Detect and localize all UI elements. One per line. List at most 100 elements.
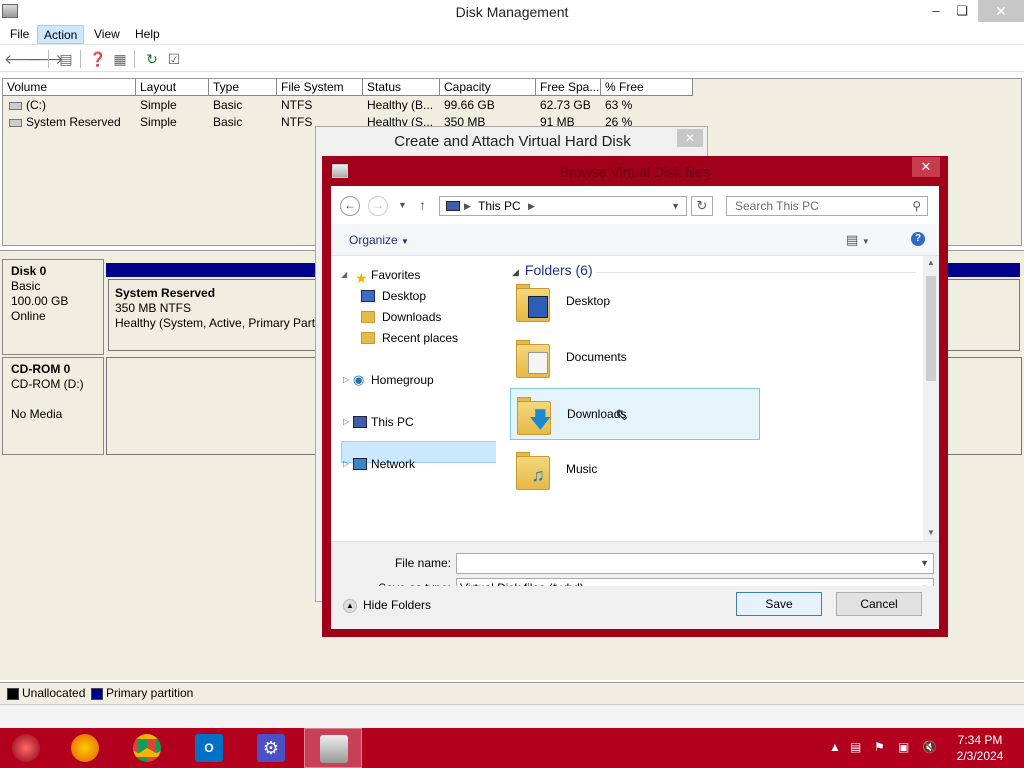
disk-management-icon (320, 735, 348, 763)
forward-arrow-icon[interactable]: 🡒 (26, 50, 64, 68)
col-layout[interactable]: Layout (136, 79, 209, 96)
up-arrow-icon[interactable]: ↑ (419, 197, 426, 213)
action-center-icon[interactable]: ▤ (850, 740, 861, 754)
nav-downloads[interactable]: Downloads (331, 306, 491, 328)
menu-file[interactable]: File (4, 25, 35, 44)
file-name-label: File name: (394, 556, 451, 570)
disk-0-label[interactable]: Disk 0 Basic 100.00 GB Online (2, 259, 104, 355)
taskbar-settings[interactable]: ⚙ (242, 728, 300, 768)
vhd-dialog-title: Create and Attach Virtual Hard Disk (394, 133, 631, 150)
folder-downloads[interactable]: 🡇 Downloads ⬁ (510, 388, 760, 440)
nav-network[interactable]: ▷ Network (331, 453, 491, 475)
help-button[interactable]: ? (911, 232, 925, 246)
menu-view[interactable]: View (88, 25, 126, 44)
restore-button[interactable]: ❏ (948, 0, 976, 22)
status-bar (0, 704, 1024, 728)
clock[interactable]: 7:34 PM 2/3/2024 (948, 732, 1012, 764)
search-icon: ⚲ (912, 199, 921, 213)
browse-close-button[interactable]: ✕ (912, 157, 940, 177)
cell-free-space: 62.73 GB (540, 98, 591, 112)
chevron-down-icon[interactable]: ▼ (920, 554, 929, 573)
taskbar-firefox[interactable] (56, 728, 114, 768)
checklist-icon[interactable]: ☑ (165, 50, 183, 68)
disk-name: Disk 0 (11, 264, 47, 278)
taskbar-outlook[interactable]: O (180, 728, 238, 768)
forward-button[interactable]: → (368, 196, 388, 216)
col-percent-free[interactable]: % Free (601, 79, 693, 96)
expand-icon[interactable]: ▷ (343, 411, 349, 433)
desktop-folder-icon (516, 282, 552, 322)
browse-vhd-dialog: Browse Virtual Disk files ✕ ← → ▼ ↑ ▶ Th… (322, 156, 948, 637)
col-type[interactable]: Type (209, 79, 277, 96)
folder-name: Documents (566, 350, 627, 364)
chevron-up-icon: ▲ (343, 598, 357, 613)
hide-folders-button[interactable]: ▲ Hide Folders (343, 598, 431, 613)
start-button[interactable] (0, 728, 58, 768)
taskbar: O ⚙ ▲ ▤ ⚑ ▣ 🔇 7:34 PM 2/3/2024 (0, 728, 1024, 768)
cell-percent-free: 63 % (605, 98, 633, 112)
search-input[interactable]: Search This PC ⚲ (726, 196, 928, 216)
cell-volume: (C:) (5, 97, 135, 114)
refresh-button[interactable]: ↻ (691, 196, 713, 216)
collapse-icon[interactable]: ◢ (341, 264, 347, 286)
menu-help[interactable]: Help (129, 25, 166, 44)
recent-dropdown-icon[interactable]: ▼ (398, 200, 407, 210)
downloads-folder-icon (361, 311, 375, 323)
menu-action[interactable]: Action (37, 25, 85, 44)
nav-recent-places[interactable]: Recent places (331, 327, 491, 349)
col-file-system[interactable]: File System (277, 79, 363, 96)
save-button[interactable]: Save (736, 592, 822, 616)
folder-music[interactable]: ♫ Music (510, 444, 760, 496)
nav-desktop[interactable]: Desktop (331, 285, 491, 307)
nav-this-pc[interactable]: ▷ This PC (331, 411, 491, 433)
show-hidden-icons[interactable]: ▲ (829, 740, 841, 754)
vhd-dialog-close-button[interactable]: ✕ (677, 129, 703, 147)
nav-homegroup[interactable]: ▷ ◉ Homegroup (331, 369, 491, 391)
vertical-scrollbar[interactable]: ▲ ▼ (923, 256, 939, 541)
close-button[interactable]: ✕ (978, 0, 1024, 22)
col-volume[interactable]: Volume (3, 79, 136, 96)
expand-icon[interactable]: ▷ (343, 369, 349, 391)
minimize-button[interactable]: – (922, 0, 950, 22)
volume-muted-icon[interactable]: 🔇 (922, 740, 937, 754)
file-name-input[interactable]: ▼ (456, 553, 934, 574)
rescan-icon[interactable]: ↻ (143, 50, 161, 68)
downloads-folder-icon: 🡇 (517, 395, 553, 435)
col-capacity[interactable]: Capacity (440, 79, 536, 96)
taskbar-chrome[interactable] (118, 728, 176, 768)
taskbar-disk-management[interactable] (304, 728, 362, 768)
dialog-footer: ▲ Hide Folders Save Cancel (331, 586, 939, 629)
address-dropdown-icon[interactable]: ▼ (671, 197, 680, 215)
back-button[interactable]: ← (340, 196, 360, 216)
breadcrumb-this-pc[interactable]: This PC (478, 197, 521, 215)
toolbar-separator (48, 50, 49, 68)
organize-button[interactable]: Organize ▼ (349, 233, 409, 247)
cdrom-name: CD-ROM 0 (11, 362, 71, 376)
properties-icon[interactable]: ▤ (57, 50, 75, 68)
cancel-button[interactable]: Cancel (836, 592, 922, 616)
address-row: ← → ▼ ↑ ▶ This PC ▶ ▼ ↻ Search This PC ⚲ (331, 186, 939, 224)
cdrom-0-label[interactable]: CD-ROM 0 CD-ROM (D:) No Media (2, 357, 104, 455)
view-options-icon[interactable]: ▤ ▼ (846, 232, 870, 248)
col-free-space[interactable]: Free Spa... (536, 79, 601, 96)
drive-icon (9, 118, 22, 127)
scroll-down-icon[interactable]: ▼ (923, 528, 939, 537)
back-arrow-icon[interactable]: 🡐 (4, 50, 42, 68)
help-icon[interactable]: ❓ (89, 50, 107, 68)
col-status[interactable]: Status (363, 79, 440, 96)
scroll-up-icon[interactable]: ▲ (923, 258, 939, 267)
flag-icon[interactable]: ⚑ (874, 740, 885, 754)
folder-name: Music (566, 462, 598, 476)
cell-capacity: 99.66 GB (444, 98, 495, 112)
address-bar[interactable]: ▶ This PC ▶ ▼ (439, 196, 687, 216)
disk-size: 100.00 GB (11, 294, 69, 308)
breadcrumb-chevron-icon[interactable]: ▶ (528, 197, 535, 215)
title-bar: Disk Management – ❏ ✕ (0, 0, 1024, 24)
expand-icon[interactable]: ▷ (343, 453, 349, 475)
folder-documents[interactable]: Documents (510, 332, 760, 384)
scroll-thumb[interactable] (926, 276, 936, 381)
network-tray-icon[interactable]: ▣ (898, 740, 909, 754)
folder-desktop[interactable]: Desktop (510, 276, 760, 328)
nav-favorites[interactable]: ◢ ★ Favorites (331, 264, 491, 286)
view-icon[interactable]: ▦ (111, 50, 129, 68)
